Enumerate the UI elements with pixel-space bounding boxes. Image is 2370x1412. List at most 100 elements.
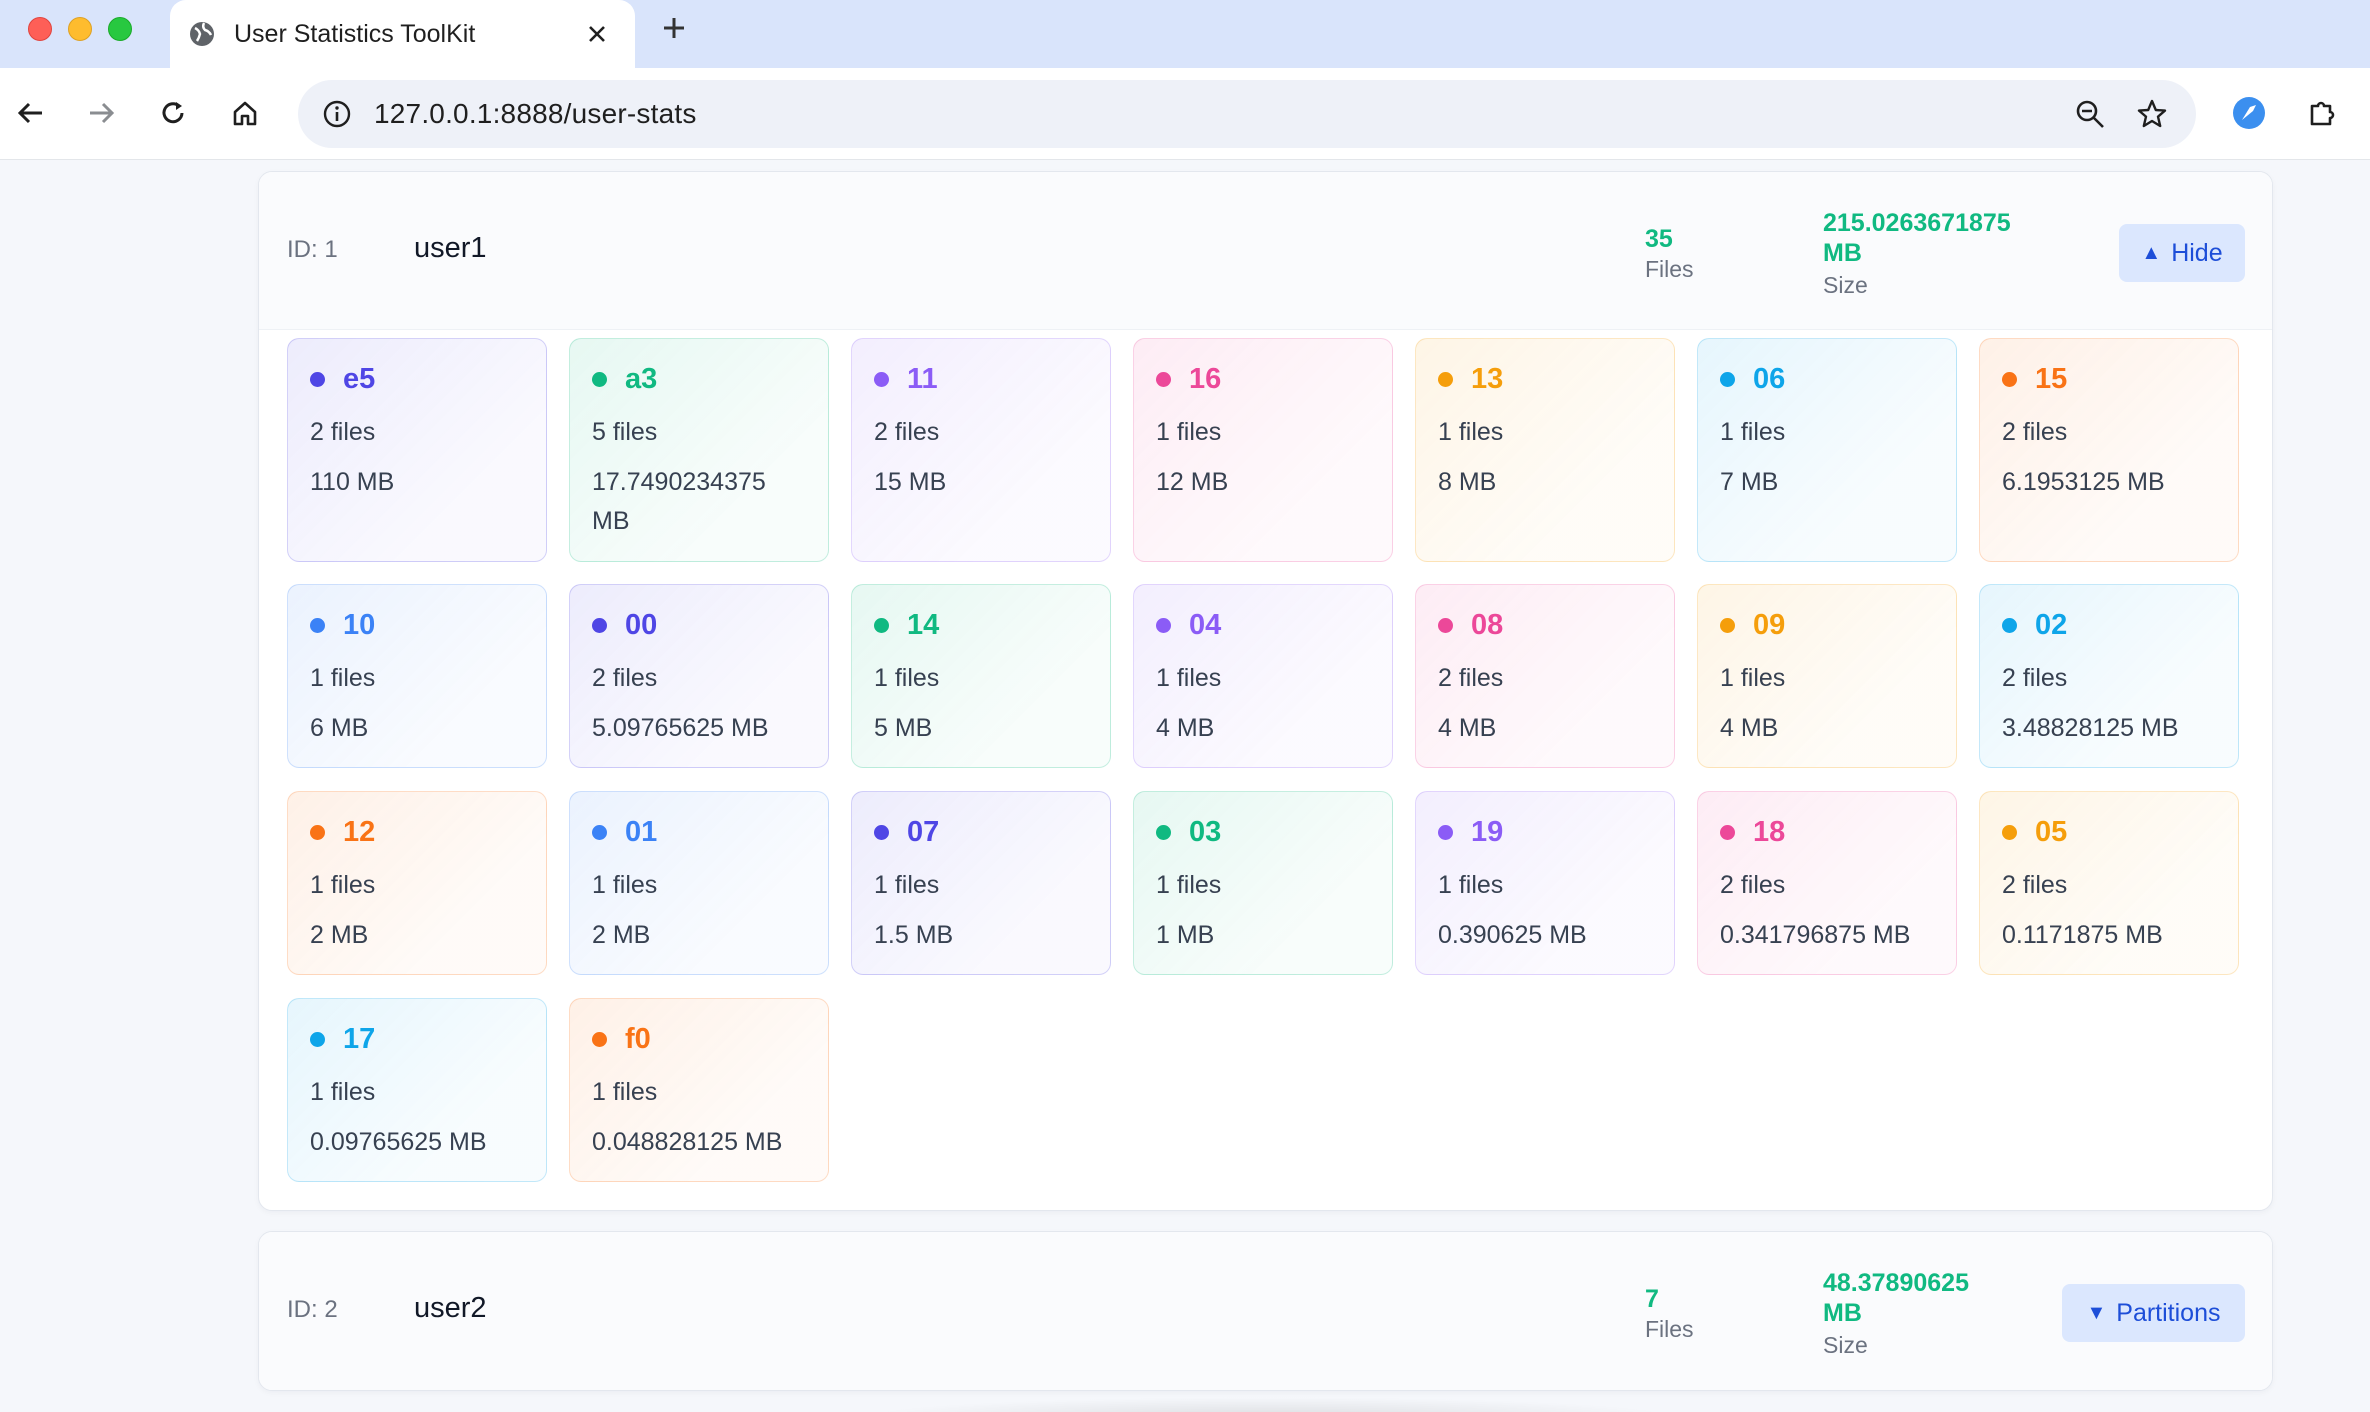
partition-name: 10 bbox=[343, 608, 376, 641]
tab-title: User Statistics ToolKit bbox=[234, 19, 476, 48]
partition-size: 5.09765625 MB bbox=[592, 714, 769, 742]
files-label: Files bbox=[1645, 1316, 1694, 1342]
partition-files: 1 files bbox=[310, 1078, 376, 1106]
partition-files: 2 files bbox=[592, 664, 658, 692]
maximize-window-button[interactable] bbox=[108, 17, 132, 41]
partition-card[interactable]: 15 2 files 6.1953125 MB bbox=[1979, 338, 2239, 562]
partition-header: 17 bbox=[310, 1021, 524, 1057]
partition-card[interactable]: 06 1 files 7 MB bbox=[1697, 338, 1957, 562]
partition-files: 1 files bbox=[592, 871, 658, 899]
partition-size: 4 MB bbox=[1438, 714, 1497, 742]
partition-card[interactable]: f0 1 files 0.048828125 MB bbox=[569, 998, 829, 1182]
partition-card[interactable]: 07 1 files 1.5 MB bbox=[851, 791, 1111, 975]
partition-card[interactable]: 02 2 files 3.48828125 MB bbox=[1979, 584, 2239, 768]
partition-size: 0.390625 MB bbox=[1438, 921, 1587, 949]
partition-name: 08 bbox=[1471, 608, 1504, 641]
partition-card[interactable]: 17 1 files 0.09765625 MB bbox=[287, 998, 547, 1182]
partition-size: 8 MB bbox=[1438, 468, 1497, 496]
partition-card[interactable]: 05 2 files 0.1171875 MB bbox=[1979, 791, 2239, 975]
partition-card[interactable]: 04 1 files 4 MB bbox=[1133, 584, 1393, 768]
partition-size: 0.048828125 MB bbox=[592, 1128, 783, 1156]
files-count: 7 bbox=[1645, 1285, 1659, 1313]
partition-name: 06 bbox=[1753, 362, 1786, 395]
new-tab-button[interactable] bbox=[656, 10, 692, 46]
globe-icon bbox=[188, 20, 216, 48]
url-text[interactable]: 127.0.0.1:8888/user-stats bbox=[374, 98, 2048, 130]
partition-card[interactable]: 00 2 files 5.09765625 MB bbox=[569, 584, 829, 768]
partition-card[interactable]: 18 2 files 0.341796875 MB bbox=[1697, 791, 1957, 975]
hide-partitions-button[interactable]: ▲ Hide bbox=[2119, 224, 2245, 282]
partition-name: 16 bbox=[1189, 362, 1222, 395]
size-label: Size bbox=[1823, 272, 1868, 298]
partition-files: 1 files bbox=[874, 871, 940, 899]
partition-dot-icon bbox=[592, 371, 607, 387]
partition-card[interactable]: 11 2 files 15 MB bbox=[851, 338, 1111, 562]
partition-files: 1 files bbox=[310, 664, 376, 692]
minimize-window-button[interactable] bbox=[68, 17, 92, 41]
partition-name: 12 bbox=[343, 815, 376, 848]
show-partitions-button[interactable]: ▼ Partitions bbox=[2062, 1284, 2245, 1342]
partition-header: 01 bbox=[592, 814, 806, 850]
partition-dot-icon bbox=[1156, 371, 1171, 387]
extension-app-icon[interactable] bbox=[2226, 90, 2272, 136]
partition-name: 19 bbox=[1471, 815, 1504, 848]
site-info-icon[interactable] bbox=[322, 99, 352, 129]
partition-dot-icon bbox=[1156, 617, 1171, 633]
close-window-button[interactable] bbox=[28, 17, 52, 41]
partition-files: 1 files bbox=[592, 1078, 658, 1106]
partition-card[interactable]: 01 1 files 2 MB bbox=[569, 791, 829, 975]
user-card-header[interactable]: ID: 1 user1 35 Files 215.0263671875 MB S… bbox=[259, 172, 2272, 330]
partition-card[interactable]: 19 1 files 0.390625 MB bbox=[1415, 791, 1675, 975]
partition-card[interactable]: 12 1 files 2 MB bbox=[287, 791, 547, 975]
home-button[interactable] bbox=[222, 90, 268, 136]
partition-header: 09 bbox=[1720, 607, 1934, 643]
files-count: 35 bbox=[1645, 225, 1673, 253]
extensions-puzzle-icon[interactable] bbox=[2300, 90, 2346, 136]
partition-files: 1 files bbox=[1156, 418, 1222, 446]
user-card-header[interactable]: ID: 2 user2 7 Files 48.37890625 MB Size … bbox=[259, 1232, 2272, 1390]
partition-card[interactable]: 14 1 files 5 MB bbox=[851, 584, 1111, 768]
partition-size: 4 MB bbox=[1156, 714, 1215, 742]
partition-name: 01 bbox=[625, 815, 658, 848]
partition-name: f0 bbox=[625, 1022, 651, 1055]
user-name: user2 bbox=[414, 1292, 487, 1324]
scroll-shadow bbox=[860, 1397, 1680, 1412]
browser-titlebar: User Statistics ToolKit bbox=[0, 0, 2370, 68]
triangle-up-icon: ▲ bbox=[2141, 241, 2162, 264]
partition-dot-icon bbox=[310, 371, 325, 387]
partition-files: 2 files bbox=[1438, 664, 1504, 692]
partition-files: 2 files bbox=[310, 418, 376, 446]
address-bar[interactable]: 127.0.0.1:8888/user-stats bbox=[298, 80, 2196, 148]
partition-dot-icon bbox=[1156, 824, 1171, 840]
partition-card[interactable]: 16 1 files 12 MB bbox=[1133, 338, 1393, 562]
browser-toolbar: 127.0.0.1:8888/user-stats bbox=[0, 68, 2370, 160]
partition-dot-icon bbox=[1720, 824, 1735, 840]
partition-card[interactable]: e5 2 files 110 MB bbox=[287, 338, 547, 562]
partition-header: a3 bbox=[592, 361, 806, 397]
partition-card[interactable]: 03 1 files 1 MB bbox=[1133, 791, 1393, 975]
partition-size: 17.7490234375 MB bbox=[592, 468, 766, 535]
partition-card[interactable]: a3 5 files 17.7490234375 MB bbox=[569, 338, 829, 562]
partition-size: 15 MB bbox=[874, 468, 947, 496]
user-card: ID: 2 user2 7 Files 48.37890625 MB Size … bbox=[258, 1231, 2273, 1391]
forward-button[interactable] bbox=[78, 90, 124, 136]
partition-card[interactable]: 08 2 files 4 MB bbox=[1415, 584, 1675, 768]
partition-dot-icon bbox=[1438, 617, 1453, 633]
tab-close-icon[interactable] bbox=[583, 20, 611, 48]
size-unit: MB bbox=[1823, 239, 1862, 267]
partition-card[interactable]: 10 1 files 6 MB bbox=[287, 584, 547, 768]
browser-tab-active[interactable]: User Statistics ToolKit bbox=[170, 0, 635, 68]
reload-button[interactable] bbox=[150, 90, 196, 136]
partition-dot-icon bbox=[592, 824, 607, 840]
back-button[interactable] bbox=[8, 90, 54, 136]
partition-header: 08 bbox=[1438, 607, 1652, 643]
partition-header: 19 bbox=[1438, 814, 1652, 850]
partition-size: 4 MB bbox=[1720, 714, 1779, 742]
partition-header: 18 bbox=[1720, 814, 1934, 850]
bookmark-star-icon[interactable] bbox=[2132, 94, 2172, 134]
size-value: 215.0263671875 bbox=[1823, 209, 2011, 237]
partition-header: 11 bbox=[874, 361, 1088, 397]
zoom-icon[interactable] bbox=[2070, 94, 2110, 134]
partition-card[interactable]: 09 1 files 4 MB bbox=[1697, 584, 1957, 768]
partition-card[interactable]: 13 1 files 8 MB bbox=[1415, 338, 1675, 562]
